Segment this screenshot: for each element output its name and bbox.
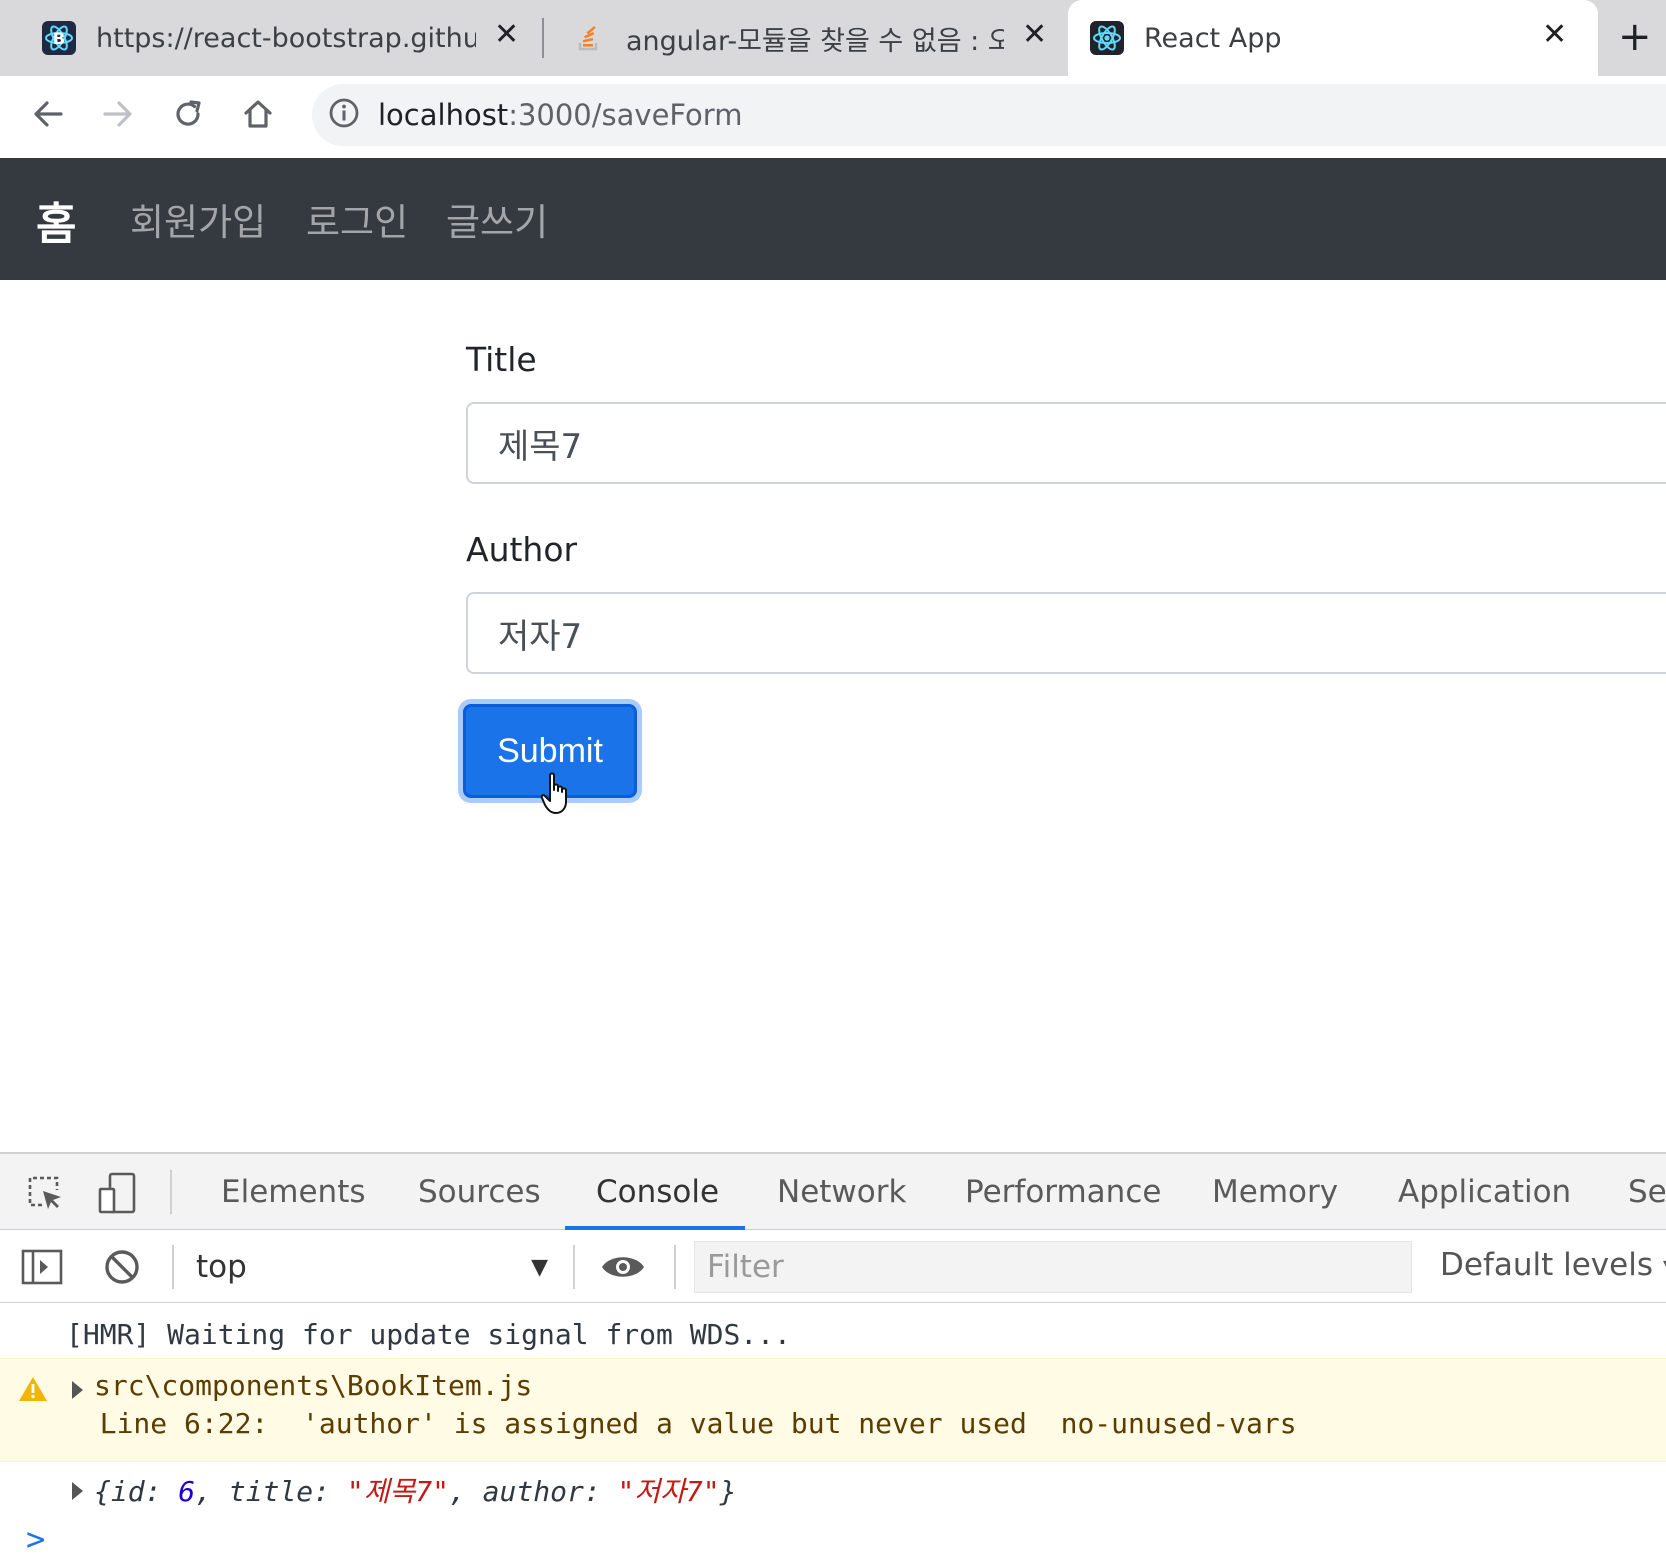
clear-console-icon[interactable] (100, 1245, 144, 1289)
author-label: Author (466, 530, 578, 569)
log-levels-label: Default levels (1440, 1247, 1653, 1283)
obj-id: 6 (178, 1475, 196, 1508)
devtools-divider (170, 1170, 172, 1214)
tab-title: React App (1144, 22, 1282, 54)
obj-mid2: , author: (448, 1475, 618, 1508)
browser-tab-angular[interactable]: angular-모듈을 찾을 수 없음 : 오 ✕ (572, 0, 1050, 76)
devtools-tab-elements[interactable]: Elements (221, 1154, 366, 1230)
devtools-tab-security[interactable]: Se (1628, 1154, 1666, 1230)
url-text: localhost:3000/saveForm (378, 98, 742, 132)
title-input[interactable]: 제목7 (466, 402, 1666, 484)
obj-suffix: } (719, 1475, 737, 1508)
title-label: Title (466, 340, 537, 379)
expand-triangle-icon[interactable] (72, 1482, 83, 1500)
browser-tab-react-app[interactable]: React App ✕ (1068, 0, 1598, 76)
home-icon[interactable] (236, 92, 280, 136)
tab-separator (542, 18, 544, 58)
author-input[interactable]: 저자7 (466, 592, 1666, 674)
tab-title: https://react-bootstrap.github.io (96, 22, 476, 54)
dropdown-arrow-icon: ▼ (531, 1254, 548, 1280)
obj-title: "제목7" (346, 1475, 449, 1508)
address-bar[interactable]: localhost:3000/saveForm (312, 84, 1666, 146)
warning-file[interactable]: src\components\BookItem.js (94, 1369, 532, 1402)
devtools-divider (573, 1245, 575, 1289)
url-host: localhost (378, 98, 509, 132)
warning-icon (18, 1375, 48, 1407)
devtools-tab-network[interactable]: Network (777, 1154, 906, 1230)
obj-prefix: {id: (94, 1475, 179, 1508)
new-tab-button[interactable]: + (1618, 14, 1652, 60)
nav-link-write[interactable]: 글쓰기 (446, 192, 548, 246)
context-value: top (196, 1249, 247, 1285)
hand-cursor-icon (540, 772, 574, 820)
app-navbar: 홈 회원가입 로그인 글쓰기 (0, 158, 1666, 280)
forward-icon[interactable] (96, 92, 140, 136)
navbar-brand-home[interactable]: 홈 (36, 188, 76, 252)
devtools-tab-application[interactable]: Application (1398, 1154, 1571, 1230)
nav-link-login[interactable]: 로그인 (306, 192, 408, 246)
browser-toolbar: localhost:3000/saveForm (0, 76, 1666, 156)
console-warning: src\components\BookItem.js Line 6:22: 'a… (0, 1358, 1666, 1462)
reload-icon[interactable] (166, 92, 210, 136)
console-toolbar: top ▼ Filter Default levels▼ (0, 1231, 1666, 1303)
console-prompt-icon[interactable]: > (26, 1520, 45, 1558)
warning-message: Line 6:22: 'author' is assigned a value … (66, 1407, 1297, 1440)
inspect-element-icon[interactable] (22, 1172, 68, 1214)
console-filter-input[interactable]: Filter (694, 1241, 1412, 1293)
expand-triangle-icon[interactable] (72, 1381, 83, 1399)
info-icon[interactable] (328, 97, 360, 133)
devtools-tab-performance[interactable]: Performance (965, 1154, 1161, 1230)
console-log-hmr: [HMR] Waiting for update signal from WDS… (66, 1318, 791, 1351)
react-bootstrap-icon: B (42, 21, 76, 55)
nav-link-signup[interactable]: 회원가입 (130, 192, 266, 246)
url-path: :3000/saveForm (508, 98, 743, 132)
obj-mid: , title: (195, 1475, 347, 1508)
devtools-divider (674, 1245, 676, 1289)
back-icon[interactable] (26, 92, 70, 136)
active-tab-indicator (565, 1226, 745, 1230)
tab-close-icon[interactable]: ✕ (1542, 17, 1567, 52)
obj-author: "저자7" (617, 1475, 720, 1508)
log-levels-dropdown[interactable]: Default levels▼ (1440, 1247, 1666, 1283)
browser-tab-strip: B https://react-bootstrap.github.io ✕ an… (0, 0, 1666, 76)
tab-close-icon[interactable]: ✕ (494, 17, 519, 52)
device-toolbar-icon[interactable] (94, 1170, 140, 1216)
devtools-tab-sources[interactable]: Sources (418, 1154, 541, 1230)
svg-text:B: B (53, 29, 65, 48)
browser-tab-react-bootstrap[interactable]: B https://react-bootstrap.github.io ✕ (42, 0, 520, 76)
live-expression-eye-icon[interactable] (598, 1245, 648, 1289)
stackoverflow-icon (572, 21, 606, 55)
devtools-panel: Elements Sources Console Network Perform… (0, 1152, 1666, 1566)
react-icon (1090, 21, 1124, 55)
show-sidebar-icon[interactable] (20, 1245, 64, 1289)
devtools-divider (172, 1245, 174, 1289)
console-log-object[interactable]: {id: 6, title: "제목7", author: "저자7"} (94, 1470, 737, 1510)
devtools-tab-console[interactable]: Console (596, 1154, 719, 1230)
tab-title: angular-모듈을 찾을 수 없음 : 오 (626, 25, 1004, 57)
tab-close-icon[interactable]: ✕ (1022, 17, 1047, 52)
devtools-tab-bar: Elements Sources Console Network Perform… (0, 1154, 1666, 1230)
devtools-tab-memory[interactable]: Memory (1212, 1154, 1338, 1230)
execution-context-select[interactable]: top ▼ (196, 1247, 556, 1287)
